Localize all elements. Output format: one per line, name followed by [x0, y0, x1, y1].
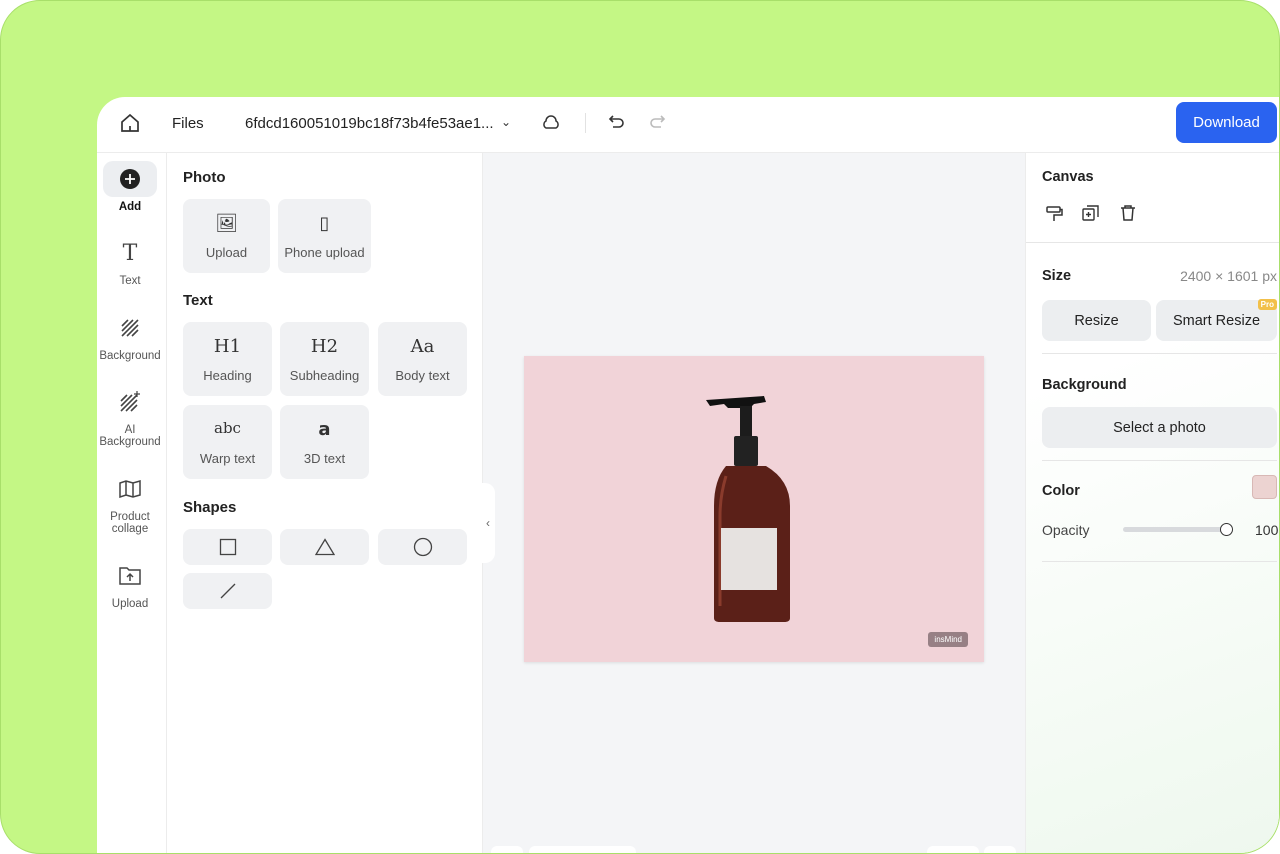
divider	[585, 113, 586, 133]
top-bar: Files 6fdcd160051019bc18f73b4fe53ae1... …	[97, 97, 1279, 153]
rail-label: Background	[99, 350, 161, 362]
button-label: Smart Resize	[1172, 312, 1261, 329]
rail-label: AI Background	[99, 424, 161, 448]
home-icon[interactable]	[119, 112, 141, 139]
image-upload-icon: 🖼	[215, 213, 238, 234]
help-control[interactable]	[984, 846, 1016, 853]
opacity-value: 100	[1255, 522, 1279, 538]
divider	[1026, 242, 1279, 243]
rail-label: Text	[119, 275, 141, 287]
triangle-icon	[314, 538, 335, 556]
rail-item-upload[interactable]: Upload	[97, 558, 163, 610]
editor-window: Files 6fdcd160051019bc18f73b4fe53ae1... …	[97, 97, 1279, 853]
rail-item-product-collage[interactable]: Product collage	[97, 471, 163, 535]
subheading-card[interactable]: H2 Subheading	[280, 322, 369, 396]
shape-square[interactable]	[183, 529, 272, 565]
text-icon: T	[122, 240, 138, 266]
color-swatch[interactable]	[1252, 475, 1277, 499]
download-button[interactable]: Download	[1176, 102, 1277, 143]
card-label: Body text	[395, 368, 450, 383]
layers-control[interactable]	[927, 846, 979, 853]
watermark: insMind	[928, 632, 968, 647]
undo-icon[interactable]	[608, 113, 626, 136]
panel-title: Canvas	[1042, 169, 1094, 185]
card-label: Upload	[205, 245, 248, 260]
line-icon	[220, 583, 235, 599]
resize-button[interactable]: Resize	[1042, 300, 1151, 341]
upload-photo-card[interactable]: 🖼 Upload	[183, 199, 270, 273]
size-value: 2400 × 1601 px	[1180, 268, 1277, 284]
collage-icon	[103, 471, 157, 507]
properties-panel: Canvas Size 2400 × 1601 px Resize Smart …	[1025, 153, 1279, 853]
phone-upload-icon: ▯	[319, 213, 330, 234]
rail-label: Add	[118, 201, 142, 213]
hatch-icon	[103, 310, 157, 346]
canvas-area[interactable]: ‹ insMind	[481, 153, 1025, 853]
smart-resize-button[interactable]: Smart Resize Pro	[1156, 299, 1277, 341]
card-label: Warp text	[199, 451, 256, 466]
select-photo-button[interactable]: Select a photo	[1042, 407, 1277, 448]
color-label: Color	[1042, 483, 1080, 499]
heading-card[interactable]: H1 Heading	[183, 322, 272, 396]
section-title-shapes: Shapes	[183, 499, 237, 516]
rail-label: Product collage	[110, 511, 150, 535]
redo-icon[interactable]	[648, 113, 666, 136]
rail-item-add[interactable]: Add	[97, 161, 163, 213]
3d-text-card[interactable]: a 3D text	[280, 405, 369, 479]
add-panel: Photo 🖼 Upload ▯ Phone upload Text H1 Headi…	[167, 153, 483, 853]
files-link[interactable]: Files	[172, 115, 204, 132]
chevron-down-icon[interactable]: ⌄	[501, 115, 511, 129]
card-label: Phone upload	[284, 245, 365, 260]
rail-item-text[interactable]: T Text	[97, 235, 163, 288]
divider	[1042, 460, 1277, 461]
background-label: Background	[1042, 377, 1127, 393]
shape-circle[interactable]	[378, 529, 467, 565]
left-rail: Add T Text Background AI Background Produ…	[97, 153, 167, 853]
design-canvas[interactable]: insMind	[524, 356, 984, 662]
pro-badge: Pro	[1257, 299, 1277, 310]
rail-item-background[interactable]: Background	[97, 310, 163, 362]
divider	[1042, 353, 1277, 354]
shape-triangle[interactable]	[280, 529, 369, 565]
ai-hatch-icon	[103, 384, 157, 420]
file-name[interactable]: 6fdcd160051019bc18f73b4fe53ae1...	[245, 115, 494, 132]
square-icon	[219, 538, 236, 556]
section-title-text: Text	[183, 292, 213, 309]
product-bottle-image	[706, 396, 790, 622]
card-label: 3D text	[303, 451, 346, 466]
zoom-control[interactable]	[491, 846, 523, 853]
section-title-photo: Photo	[183, 169, 226, 186]
bottom-toolbar[interactable]	[529, 846, 636, 853]
size-label: Size	[1042, 268, 1072, 284]
folder-upload-icon	[103, 558, 157, 594]
h2-icon: H2	[310, 336, 339, 357]
card-label: Heading	[203, 368, 252, 383]
outer-frame: Files 6fdcd160051019bc18f73b4fe53ae1... …	[0, 0, 1280, 854]
trash-icon[interactable]	[1119, 204, 1137, 227]
opacity-label: Opacity	[1042, 522, 1090, 538]
collapse-panel-button[interactable]: ‹	[481, 483, 495, 563]
duplicate-icon[interactable]	[1082, 204, 1100, 227]
circle-icon	[413, 537, 432, 557]
warp-text-card[interactable]: abc Warp text	[183, 405, 272, 479]
phone-upload-card[interactable]: ▯ Phone upload	[278, 199, 371, 273]
warp-text-icon: abc	[214, 419, 241, 437]
aa-icon: Aa	[410, 336, 435, 357]
divider	[1042, 561, 1277, 562]
rail-label: Upload	[111, 598, 149, 610]
cloud-icon[interactable]	[541, 114, 561, 137]
card-label: Subheading	[289, 368, 360, 383]
3d-text-icon: a	[318, 419, 331, 440]
rail-item-ai-background[interactable]: AI Background	[97, 384, 163, 448]
opacity-slider[interactable]	[1123, 523, 1233, 536]
h1-icon: H1	[213, 336, 242, 357]
paint-roller-icon[interactable]	[1046, 205, 1064, 228]
slider-handle[interactable]	[1220, 523, 1233, 536]
plus-icon	[103, 161, 157, 197]
body-text-card[interactable]: Aa Body text	[378, 322, 467, 396]
shape-line[interactable]	[183, 573, 272, 609]
